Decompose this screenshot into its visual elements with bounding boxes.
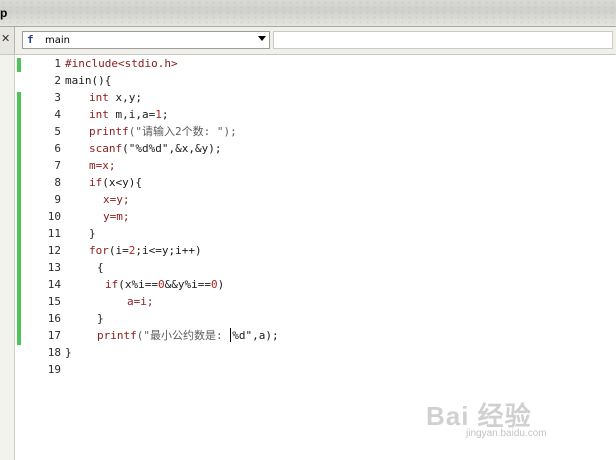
line-number: 15 bbox=[47, 295, 61, 308]
code-text: x=y; bbox=[103, 193, 130, 206]
code-line-17: printf("最小公约数是: %d",a); bbox=[97, 327, 279, 344]
line-number: 1 bbox=[54, 57, 61, 70]
code-text: } bbox=[97, 312, 104, 325]
chevron-down-icon[interactable] bbox=[258, 36, 266, 41]
code-line-14: if(x%i==0&&y%i==0) bbox=[105, 276, 224, 293]
code-text: ; bbox=[161, 108, 169, 121]
number-literal: 0 bbox=[210, 278, 218, 291]
code-text: ("%d%d",&x,&y); bbox=[122, 142, 222, 155]
function-dropdown-value: main bbox=[45, 35, 70, 46]
title-bar-texture bbox=[0, 0, 616, 26]
code-line-4: int m,i,a=1; bbox=[89, 106, 168, 123]
line-number: 3 bbox=[54, 91, 61, 104]
code-text: m,i,a= bbox=[108, 108, 156, 121]
close-pane-icon[interactable]: ✕ bbox=[1, 33, 10, 45]
line-number: 9 bbox=[54, 193, 61, 206]
title-bar: p bbox=[0, 0, 616, 27]
code-line-11: } bbox=[89, 225, 96, 242]
line-number: 2 bbox=[54, 74, 61, 87]
code-text: a=i; bbox=[127, 295, 154, 308]
line-number: 4 bbox=[54, 108, 61, 121]
function-name: printf bbox=[89, 125, 129, 138]
code-line-3: int x,y; bbox=[89, 89, 142, 106]
line-number: 12 bbox=[47, 244, 61, 257]
line-number: 14 bbox=[47, 278, 61, 291]
function-dropdown[interactable]: f main bbox=[22, 31, 270, 49]
symbol-dropdown[interactable] bbox=[273, 31, 613, 49]
number-literal: 1 bbox=[155, 108, 162, 121]
number-literal: 0 bbox=[158, 278, 165, 291]
line-number: 7 bbox=[54, 159, 61, 172]
code-text: &&y%i== bbox=[164, 278, 211, 291]
code-line-7: m=x; bbox=[89, 157, 116, 174]
navigation-toolbar: ✕ f main bbox=[0, 27, 616, 55]
title-bar-label: p bbox=[0, 6, 8, 20]
line-number: 17 bbox=[47, 329, 61, 342]
keyword: int bbox=[89, 108, 109, 121]
code-text: main(){ bbox=[65, 74, 112, 87]
function-icon: f bbox=[27, 33, 34, 46]
code-text: ) bbox=[217, 278, 225, 291]
code-line-6: scanf("%d%d",&x,&y); bbox=[89, 140, 221, 157]
watermark-url: jingyan.baidu.com bbox=[466, 428, 547, 439]
code-line-5: printf("请输入2个数: "); bbox=[89, 123, 237, 140]
code-line-16: } bbox=[97, 310, 104, 327]
code-editor[interactable]: 1 2 3 4 5 6 7 8 9 10 11 12 13 14 15 16 1… bbox=[0, 55, 616, 460]
side-pane bbox=[0, 55, 15, 460]
code-line-13: { bbox=[97, 259, 104, 276]
code-text: } bbox=[65, 346, 72, 359]
keyword: for bbox=[89, 244, 109, 257]
line-number: 8 bbox=[54, 176, 61, 189]
line-number: 13 bbox=[47, 261, 61, 274]
code-text: y=m; bbox=[103, 210, 130, 223]
line-number: 5 bbox=[54, 125, 61, 138]
code-text: %d",a); bbox=[232, 329, 279, 342]
line-number: 18 bbox=[47, 346, 61, 359]
code-text: (x%i== bbox=[118, 278, 158, 291]
code-line-15: a=i; bbox=[127, 293, 154, 310]
function-name: scanf bbox=[89, 142, 123, 155]
code-text: m=x; bbox=[89, 159, 116, 172]
line-number: 10 bbox=[47, 210, 61, 223]
line-number: 19 bbox=[47, 363, 61, 376]
code-text: ;i<=y;i++) bbox=[135, 244, 202, 257]
code-line-8: if(x<y){ bbox=[89, 174, 142, 191]
code-line-10: y=m; bbox=[103, 208, 130, 225]
code-text: (i= bbox=[108, 244, 129, 257]
side-pane-header: ✕ bbox=[0, 27, 15, 54]
line-number: 16 bbox=[47, 312, 61, 325]
watermark: Bai 经验 jingyan.baidu.com bbox=[426, 396, 606, 446]
code-text: x,y; bbox=[108, 91, 142, 104]
code-text: (x<y){ bbox=[102, 176, 142, 189]
code-line-12: for(i=2;i<=y;i++) bbox=[89, 242, 202, 259]
code-editor-window: p ✕ f main 1 2 3 4 5 6 7 8 9 10 11 12 13… bbox=[0, 0, 616, 460]
string-literal: ("请输入2个数: "); bbox=[128, 125, 237, 138]
line-number: 11 bbox=[47, 227, 61, 240]
code-line-18: } bbox=[65, 344, 72, 361]
line-number: 6 bbox=[54, 142, 61, 155]
keyword: if bbox=[105, 278, 119, 291]
keyword: int bbox=[89, 91, 109, 104]
string-literal: ("最小公约数是: bbox=[136, 329, 230, 342]
keyword: if bbox=[89, 176, 103, 189]
preprocessor-directive: #include<stdio.h> bbox=[65, 57, 178, 70]
code-line-2: main(){ bbox=[65, 72, 111, 89]
function-name: printf bbox=[97, 329, 137, 342]
code-line-1: #include<stdio.h> bbox=[65, 55, 178, 72]
code-text: { bbox=[97, 261, 104, 274]
code-line-9: x=y; bbox=[103, 191, 130, 208]
code-text: } bbox=[89, 227, 96, 240]
